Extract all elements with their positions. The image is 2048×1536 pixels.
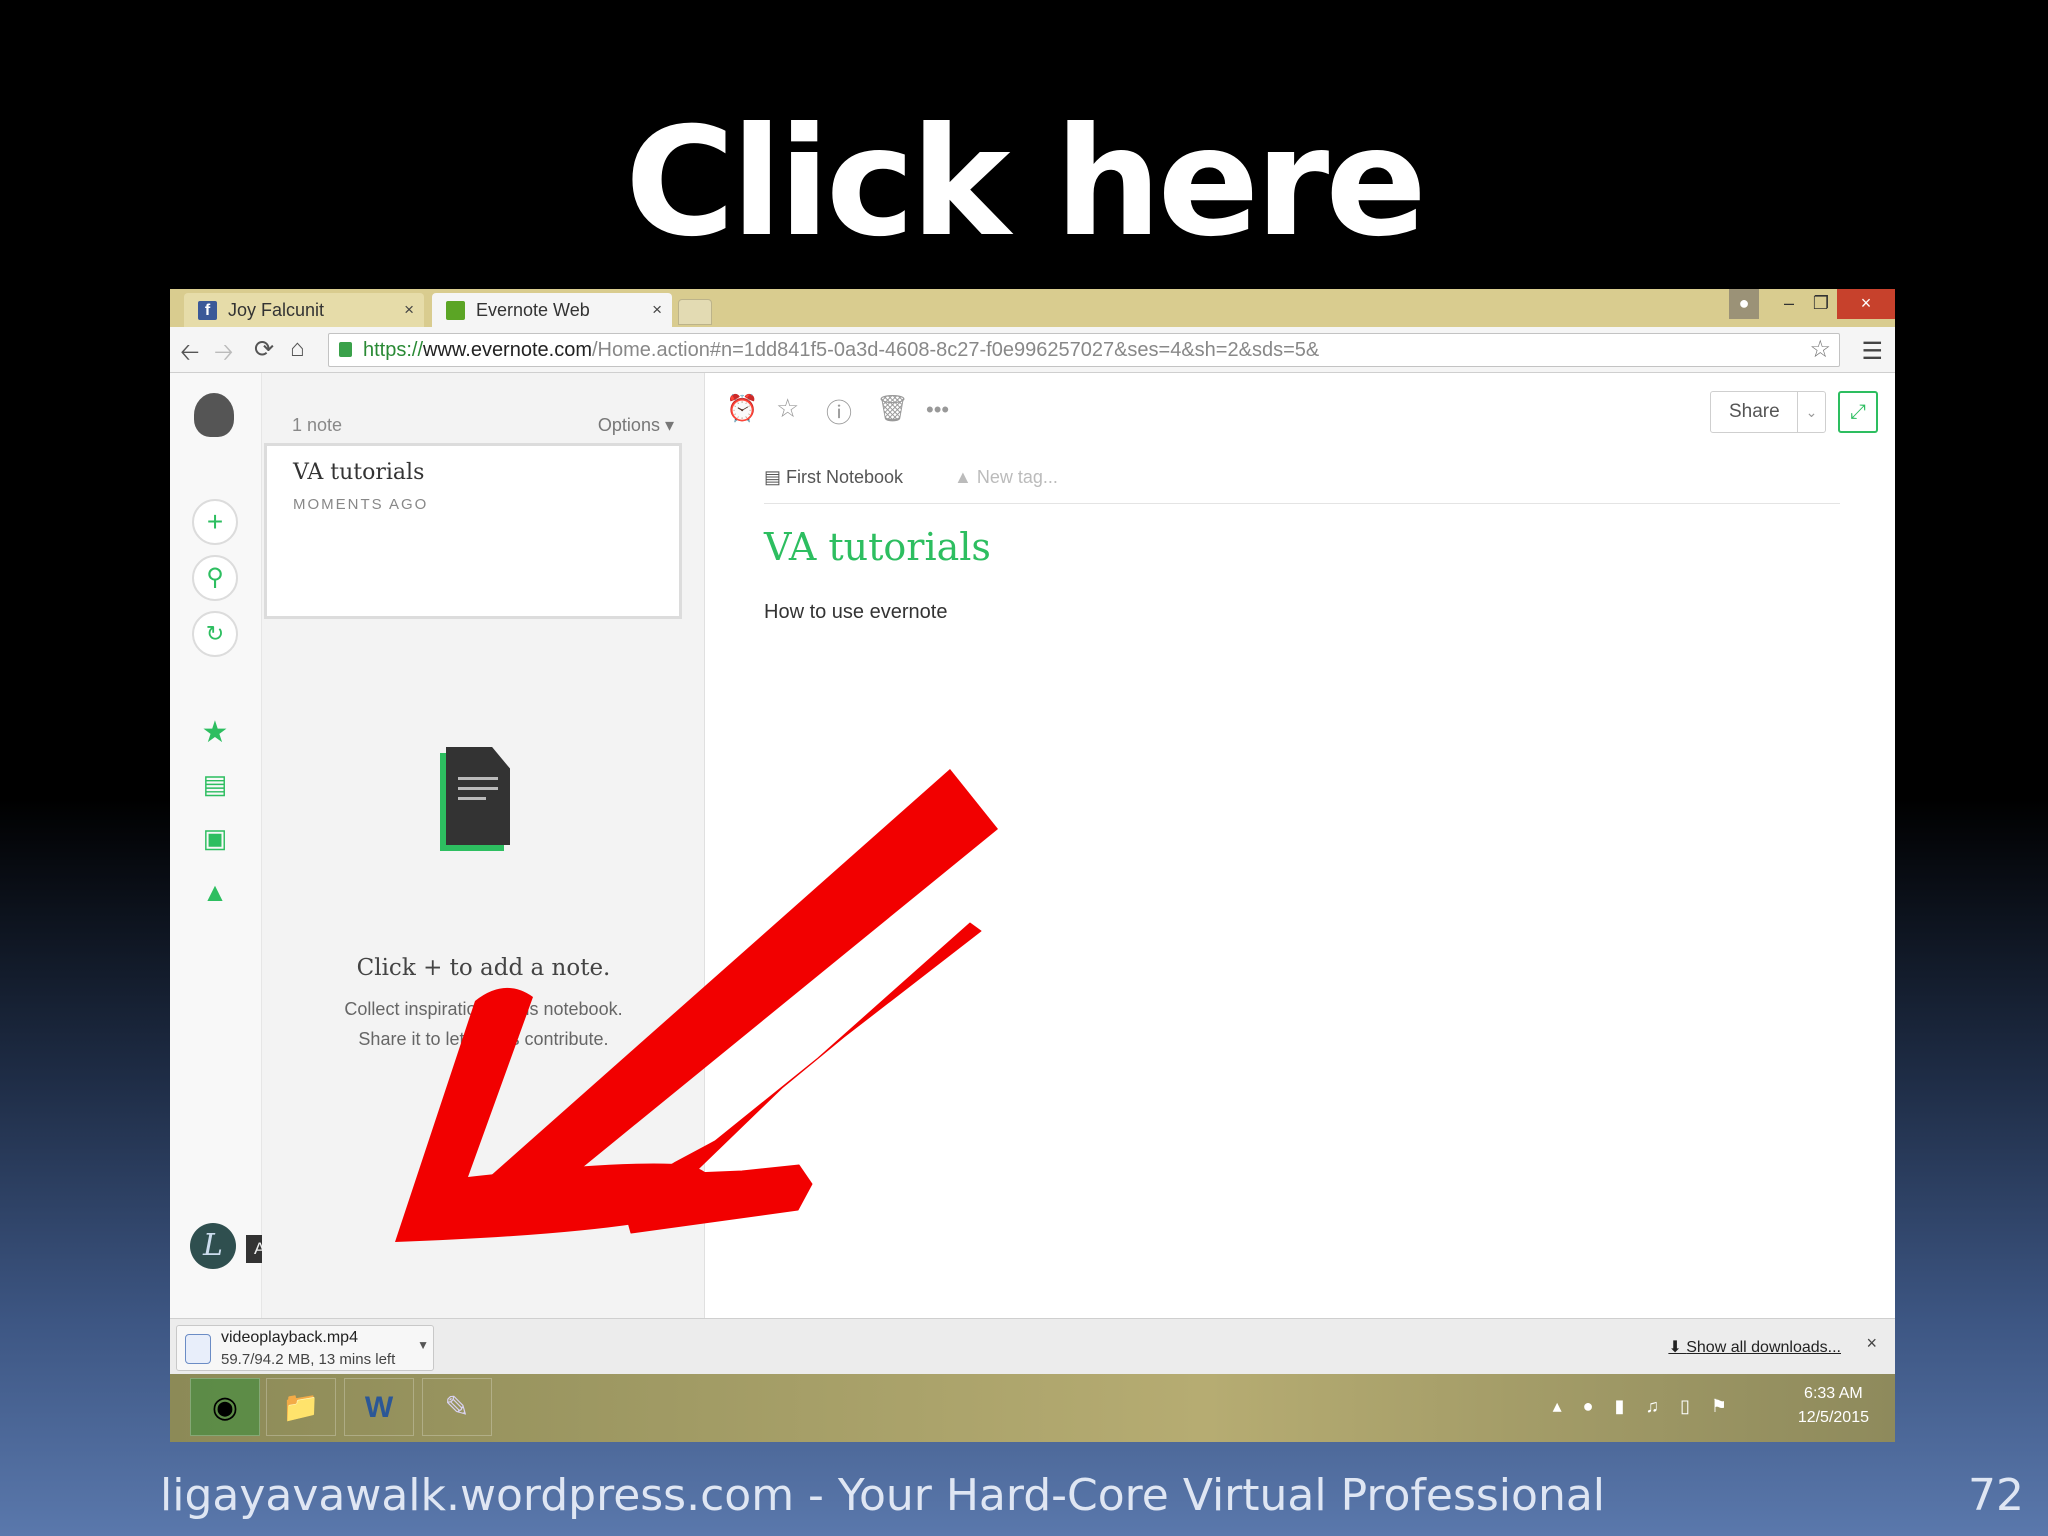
slide-page-number: 72 [1968, 1470, 2024, 1521]
slide-footer: ligayavawalk.wordpress.com - Your Hard-C… [160, 1470, 1606, 1521]
red-arrow-annotation [395, 769, 998, 1242]
slide-title: Click here [624, 96, 1427, 270]
browser-window: f Joy Falcunit × Evernote Web × ● – ❐ × … [170, 289, 1895, 1442]
